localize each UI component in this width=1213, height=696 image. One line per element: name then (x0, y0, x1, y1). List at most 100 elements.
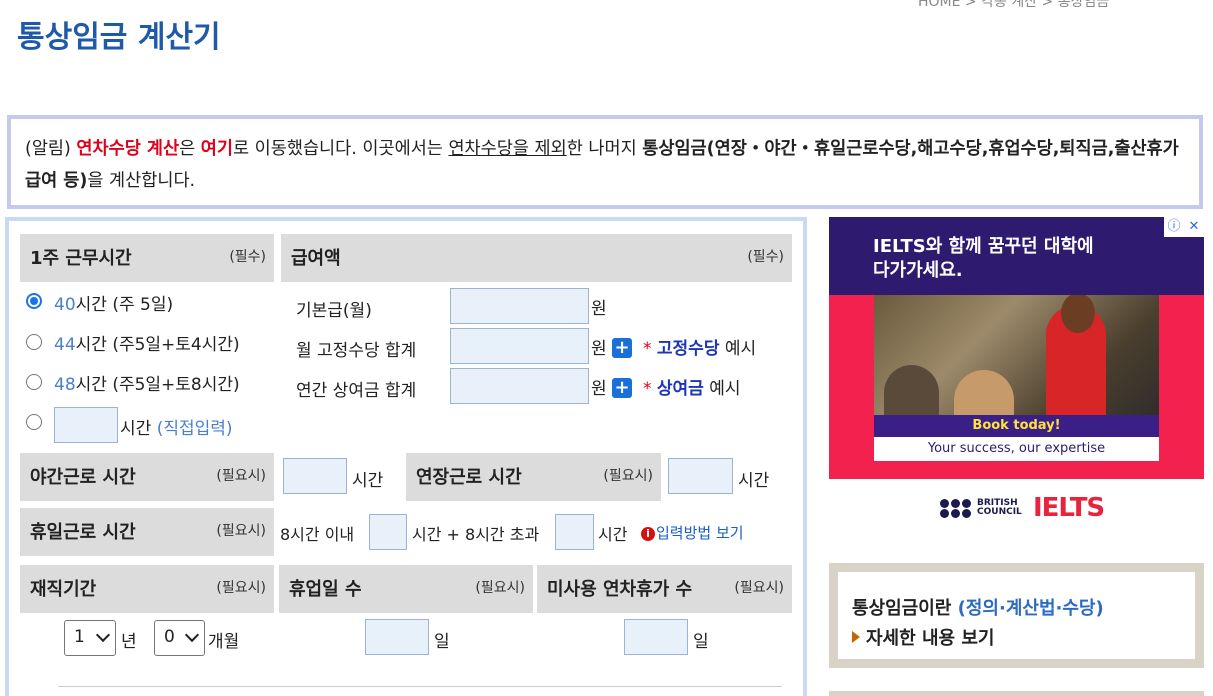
direct-input-link[interactable]: (직접입력) (157, 419, 233, 439)
tenure-header: 재직기간 (필요시) (20, 565, 274, 613)
asterisk: * (643, 339, 652, 359)
input-guide-text: 입력방법 보기 (656, 524, 744, 542)
ad-controls: ⓘ ✕ (1164, 217, 1204, 237)
option-value: 48 (54, 375, 76, 395)
chevron-down-icon (95, 627, 111, 643)
hours-unit: 시간 (738, 471, 770, 491)
over-8h-label: 시간 + 8시간 초과 (412, 525, 540, 544)
notice-box: (알림) 연차수당 계산은 여기로 이동했습니다. 이곳에서는 연차수당을 제외… (7, 115, 1203, 209)
bonus-link[interactable]: 상여금 (657, 379, 704, 399)
fixed-allowance-label: 월 고정수당 합계 (296, 341, 417, 361)
optional-label: (필요시) (603, 468, 653, 484)
more-link[interactable]: 자세한 내용 보기 (852, 624, 994, 650)
ad-tagline: Your success, our expertise (874, 437, 1159, 461)
months-select[interactable]: 0 (154, 620, 205, 656)
british-council-logo-icon (940, 498, 972, 518)
optional-label: (필요시) (475, 580, 525, 596)
fixed-allowance-link[interactable]: 고정수당 (657, 339, 720, 359)
required-label: (필수) (747, 249, 784, 265)
days-unit: 일 (693, 632, 709, 652)
option-40h[interactable]: 40시간 (주 5일) (54, 290, 173, 315)
years-value: 1 (74, 627, 85, 647)
annual-bonus-label: 연간 상여금 합계 (296, 381, 417, 401)
breadcrumb[interactable]: HOME > 각종 계산 > 통상임금 (918, 0, 1109, 11)
optional-label: (필요시) (734, 580, 784, 596)
info-box: 통상임금이란 (정의·계산법·수당) 자세한 내용 보기 (829, 563, 1204, 668)
radio-48h[interactable] (26, 374, 42, 390)
overtime-title: 연장근로 시간 (416, 467, 522, 488)
unused-leave-input[interactable] (624, 619, 688, 655)
annual-bonus-input[interactable] (450, 368, 589, 404)
optional-label: (필요시) (216, 580, 266, 596)
years-unit: 년 (121, 632, 137, 652)
ad-banner[interactable]: IELTS와 함께 꿈꾸던 대학에 다가가세요. ⓘ ✕ Book today!… (829, 217, 1204, 479)
triangle-right-icon (852, 631, 860, 643)
sidebar-bottom (829, 691, 1204, 696)
radio-44h[interactable] (26, 334, 42, 350)
bonus-example[interactable]: * 상여금 예시 (643, 374, 741, 399)
example-text: 예시 (724, 339, 757, 359)
leave-days-header: 휴업일 수 (필요시) (279, 565, 533, 613)
ad-cta[interactable]: Book today! (874, 415, 1159, 437)
fixed-allowance-example[interactable]: * 고정수당 예시 (643, 334, 756, 359)
holiday-within-input[interactable] (369, 514, 407, 550)
night-hours-input[interactable] (283, 458, 347, 494)
ad-close-icon[interactable]: ✕ (1184, 217, 1204, 237)
notice-text: 을 계산합니다. (87, 171, 196, 191)
leave-days-input[interactable] (365, 619, 429, 655)
info-title[interactable]: 통상임금이란 (정의·계산법·수당) (852, 594, 1104, 620)
months-value: 0 (164, 627, 175, 647)
holiday-over-input[interactable] (555, 514, 594, 550)
within-8h-label: 8시간 이내 (280, 525, 355, 544)
add-fixed-allowance-button[interactable]: + (612, 338, 632, 358)
more-text: 자세한 내용 보기 (866, 628, 995, 649)
leave-days-title: 휴업일 수 (289, 579, 362, 600)
hours-unit: 시간 (598, 525, 628, 544)
hours-unit: 시간 (352, 471, 384, 491)
definition-link[interactable]: (정의·계산법·수당) (958, 598, 1104, 619)
custom-hours-input[interactable] (54, 407, 118, 443)
info-title-text: 통상임금이란 (852, 598, 958, 619)
years-select[interactable]: 1 (64, 620, 116, 656)
option-48h[interactable]: 48시간 (주5일+토8시간) (54, 370, 240, 395)
tenure-title: 재직기간 (30, 579, 97, 600)
optional-label: (필요시) (216, 523, 266, 539)
holiday-work-header: 휴일근로 시간 (필요시) (20, 508, 274, 556)
here-link[interactable]: 여기 (201, 139, 233, 159)
notice-text: 로 이동했습니다. 이곳에서는 (233, 139, 449, 159)
base-salary-input[interactable] (450, 288, 589, 324)
asterisk: * (643, 379, 652, 399)
info-box-inner: 통상임금이란 (정의·계산법·수당) 자세한 내용 보기 (838, 572, 1195, 659)
ad-brand[interactable]: BRITISH COUNCIL IELTS (940, 493, 1105, 523)
salary-title: 급여액 (291, 248, 341, 269)
overtime-hours-input[interactable] (668, 458, 733, 494)
option-text: 시간 (주 5일) (75, 295, 174, 315)
ad-headline: IELTS와 함께 꿈꾸던 대학에 다가가세요. (873, 236, 1094, 281)
radio-custom[interactable] (26, 414, 42, 430)
won-unit: 원 (591, 339, 607, 359)
brand-ielts: IELTS (1033, 493, 1105, 523)
option-44h[interactable]: 44시간 (주5일+토4시간) (54, 330, 240, 355)
salary-header: 급여액 (필수) (281, 234, 792, 282)
ad-info-icon[interactable]: ⓘ (1164, 217, 1184, 237)
night-work-header: 야간근로 시간 (필요시) (20, 453, 274, 501)
won-unit: 원 (591, 299, 607, 319)
option-value: 44 (54, 335, 76, 355)
option-text: 시간 (주5일+토4시간) (75, 335, 240, 355)
annual-leave-calc-link[interactable]: 연차수당 계산 (76, 139, 179, 159)
custom-hours-label: 시간 (직접입력) (120, 414, 233, 439)
unused-leave-header: 미사용 연차휴가 수 (필요시) (537, 565, 792, 613)
months-unit: 개월 (208, 632, 240, 652)
work-hours-header: 1주 근무시간 (필수) (20, 234, 274, 282)
won-unit: 원 (591, 379, 607, 399)
add-bonus-button[interactable]: + (612, 378, 632, 398)
example-text: 예시 (709, 379, 741, 399)
night-work-title: 야간근로 시간 (30, 467, 136, 488)
ad-photo (874, 295, 1159, 435)
input-guide-link[interactable]: i 입력방법 보기 (641, 522, 744, 543)
fixed-allowance-input[interactable] (450, 328, 589, 364)
option-text: 시간 (주5일+토8시간) (75, 375, 240, 395)
radio-40h[interactable] (26, 293, 42, 309)
notice-underlined: 연차수당을 제외 (448, 139, 567, 159)
base-salary-label: 기본급(월) (296, 301, 372, 321)
